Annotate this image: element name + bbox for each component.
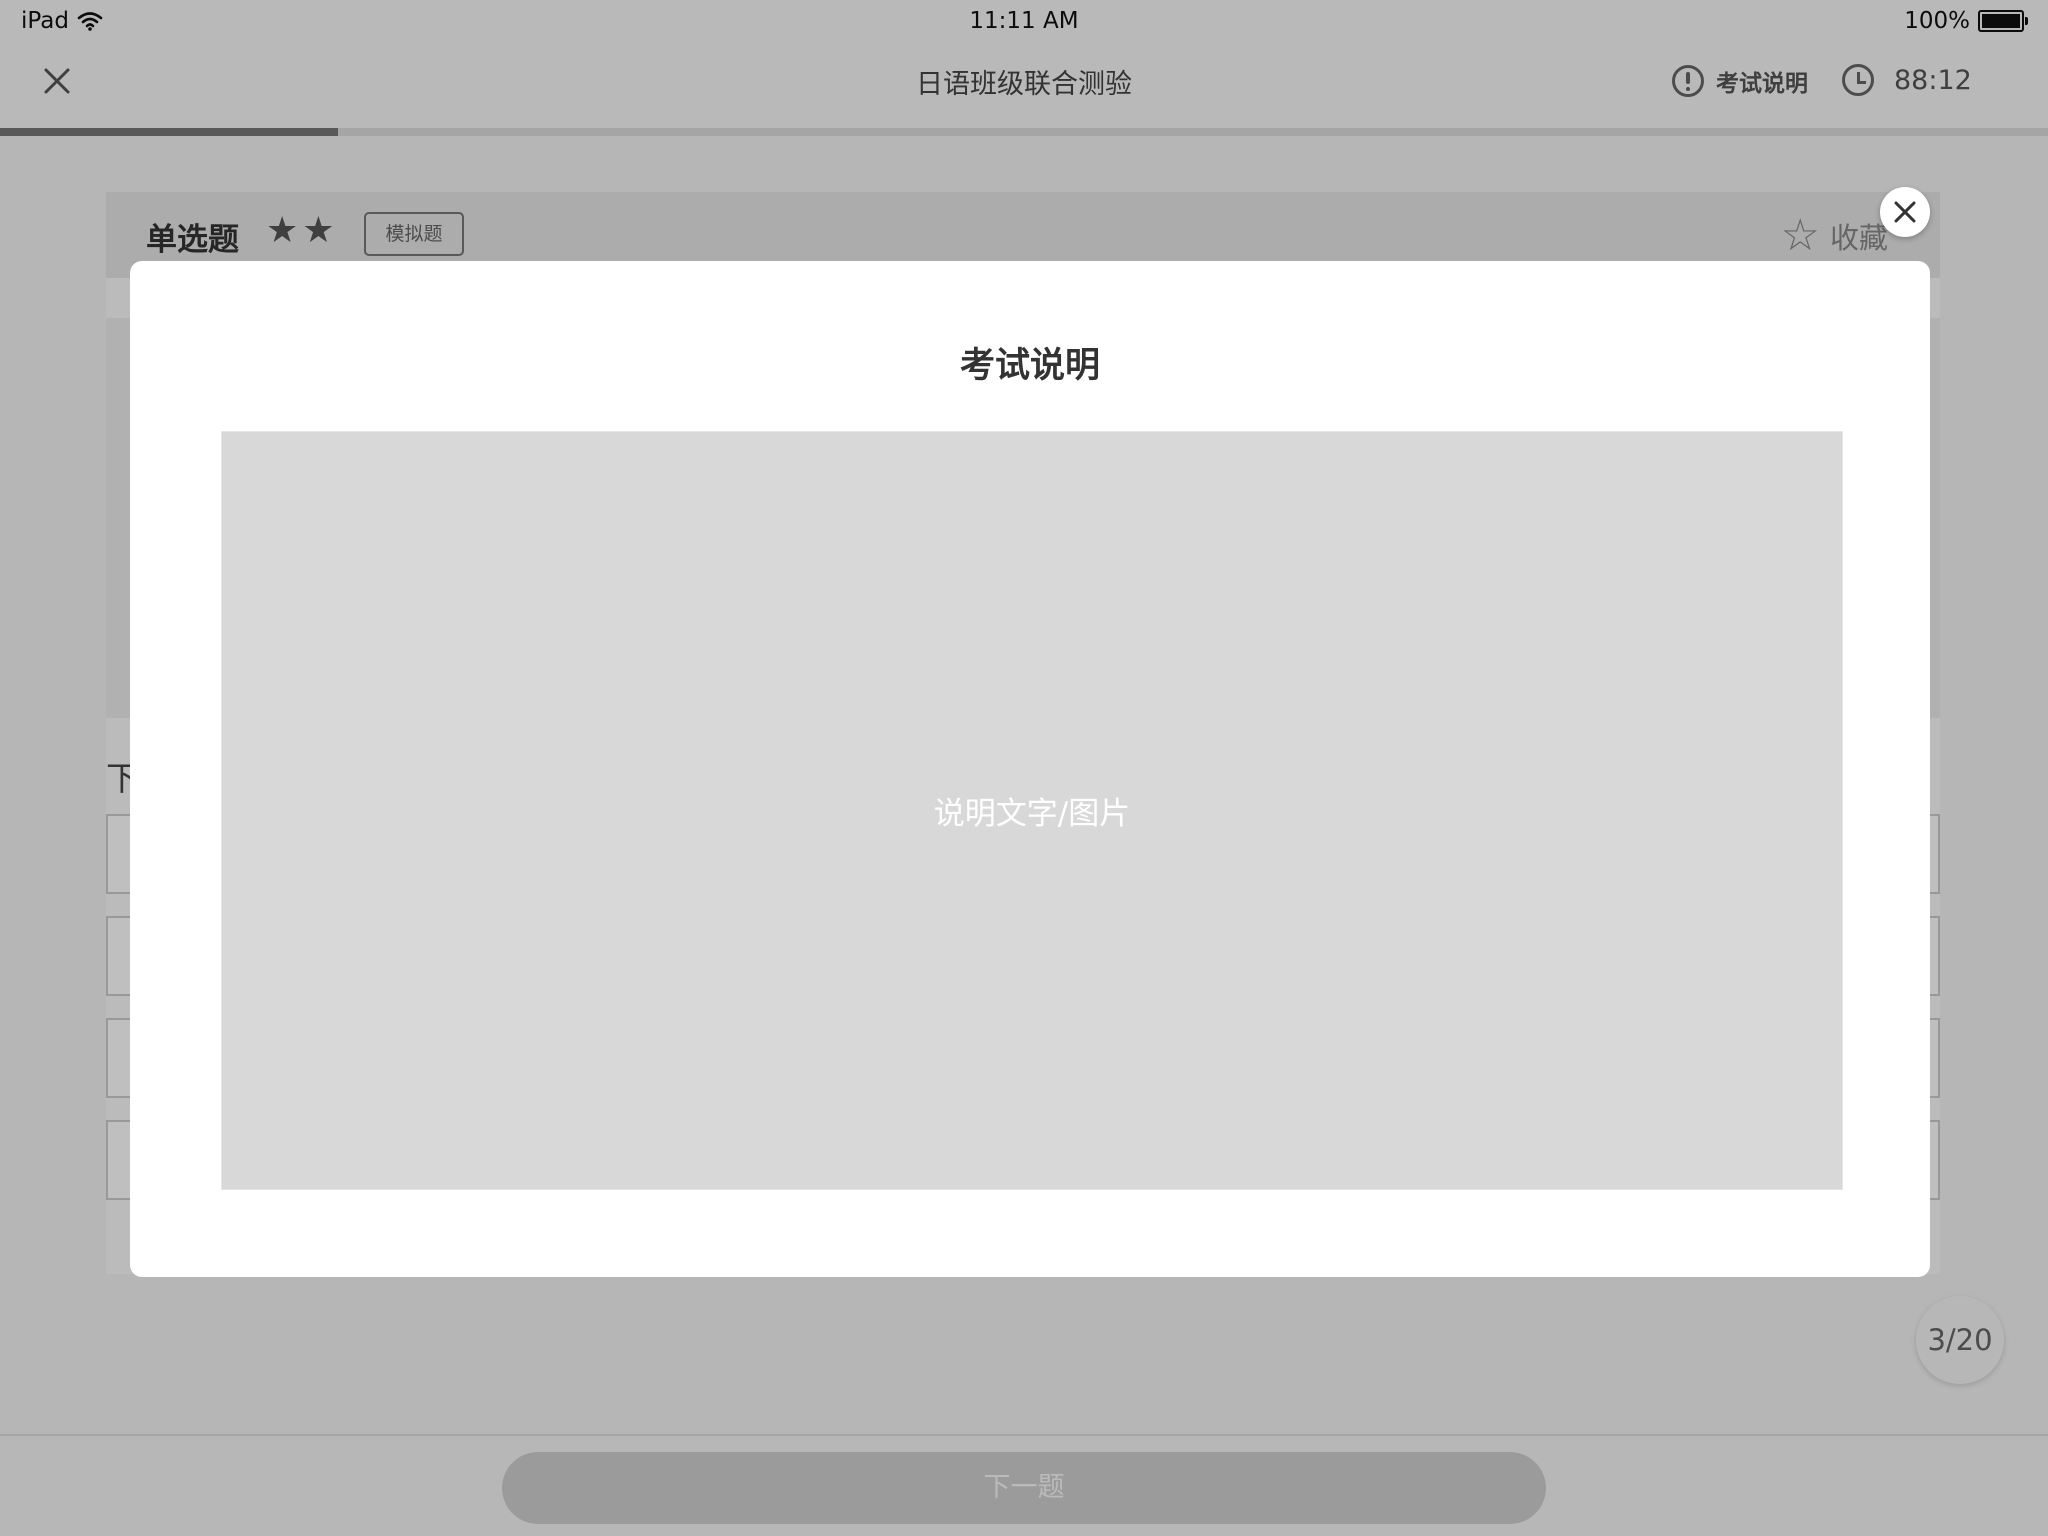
exam-info-modal: 考试说明 说明文字/图片 — [130, 261, 1930, 1277]
modal-placeholder-text: 说明文字/图片 — [933, 796, 1131, 832]
close-icon — [1894, 201, 1916, 223]
modal-close-button[interactable] — [1880, 187, 1930, 237]
modal-title: 考试说明 — [959, 346, 1100, 386]
modal-content-area: 说明文字/图片 — [221, 431, 1843, 1190]
